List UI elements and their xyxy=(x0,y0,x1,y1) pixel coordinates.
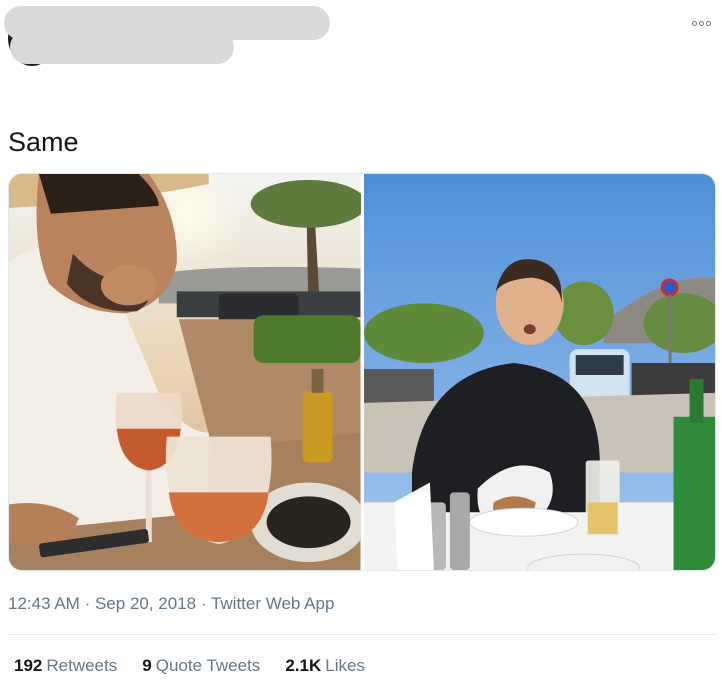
quote-tweets-label: Quote Tweets xyxy=(155,656,261,675)
divider xyxy=(8,634,716,635)
quote-tweets-count: 9 xyxy=(142,656,152,675)
tweet-text: Same xyxy=(8,127,79,157)
tweet-date[interactable]: Sep 20, 2018 xyxy=(95,594,196,613)
photo-right[interactable] xyxy=(363,174,715,570)
tweet-stats: 192 Retweets 9 Quote Tweets 2.1K Likes xyxy=(14,654,365,678)
retweets-label: Retweets xyxy=(46,656,118,675)
more-options-icon[interactable] xyxy=(688,14,714,32)
meta-separator: · xyxy=(200,594,207,613)
photo-left-image xyxy=(9,174,361,570)
likes-count: 2.1K xyxy=(285,656,322,675)
meta-separator: · xyxy=(84,594,91,613)
likes-stat[interactable]: 2.1K Likes xyxy=(285,654,365,678)
tweet-media xyxy=(8,173,716,571)
likes-label: Likes xyxy=(325,656,365,675)
tweet-timestamp[interactable]: 12:43 AM xyxy=(8,594,80,613)
redacted-author-handle xyxy=(10,30,234,64)
retweets-count: 192 xyxy=(14,656,43,675)
photo-right-image xyxy=(363,174,715,570)
tweet-meta: 12:43 AM · Sep 20, 2018 · Twitter Web Ap… xyxy=(8,592,334,616)
tweet-detail: Same 12:43 AM · Sep 20, 2018 · Twitter W… xyxy=(0,0,722,686)
retweets-stat[interactable]: 192 Retweets xyxy=(14,654,117,678)
photo-left[interactable] xyxy=(9,174,361,570)
tweet-source[interactable]: Twitter Web App xyxy=(211,594,334,613)
quote-tweets-stat[interactable]: 9 Quote Tweets xyxy=(142,654,260,678)
